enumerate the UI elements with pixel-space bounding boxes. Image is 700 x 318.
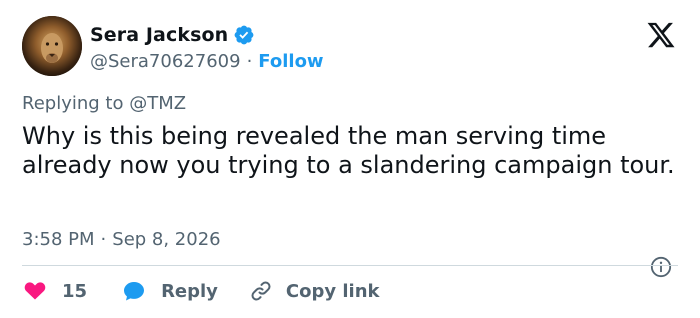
tweet-text: Why is this being revealed the man servi… [22, 122, 675, 179]
copy-link-button[interactable]: Copy link [248, 279, 380, 303]
reply-label: Reply [161, 280, 218, 302]
lion-avatar-icon [22, 16, 82, 76]
author-display-name[interactable]: Sera Jackson [90, 24, 228, 46]
tweet-timestamp[interactable]: 3:58 PM · Sep 8, 2026 [22, 227, 221, 251]
x-logo-icon[interactable] [646, 20, 676, 50]
author-handle-row: @Sera70627609 · Follow [90, 48, 324, 74]
replying-to-label: Replying to [22, 93, 124, 114]
reply-button[interactable]: Reply [121, 279, 218, 303]
tweet-date: Sep 8, 2026 [112, 228, 221, 250]
link-icon [248, 279, 274, 303]
timestamp-separator: · [100, 228, 107, 250]
heart-icon [22, 279, 48, 303]
copy-link-label: Copy link [285, 280, 380, 302]
like-button[interactable]: 15 [22, 279, 87, 303]
author-handle[interactable]: @Sera70627609 [90, 51, 241, 72]
tweet-card: Sera Jackson @Sera70627609 · Follow Repl… [0, 0, 700, 318]
divider [22, 265, 678, 266]
tweet-time: 3:58 PM [22, 228, 95, 250]
follow-button[interactable]: Follow [258, 51, 323, 72]
author-avatar[interactable] [22, 16, 82, 76]
reply-bubble-icon [121, 279, 147, 303]
author-name-row: Sera Jackson [90, 22, 255, 48]
info-icon[interactable] [650, 256, 672, 278]
verified-badge-icon [233, 24, 255, 46]
replying-to-mention[interactable]: @TMZ [129, 93, 186, 114]
handle-separator: · [246, 50, 253, 72]
replying-to-line: Replying to @TMZ [22, 93, 186, 114]
action-bar: 15 Reply Copy link [22, 277, 380, 305]
like-count: 15 [62, 280, 88, 302]
